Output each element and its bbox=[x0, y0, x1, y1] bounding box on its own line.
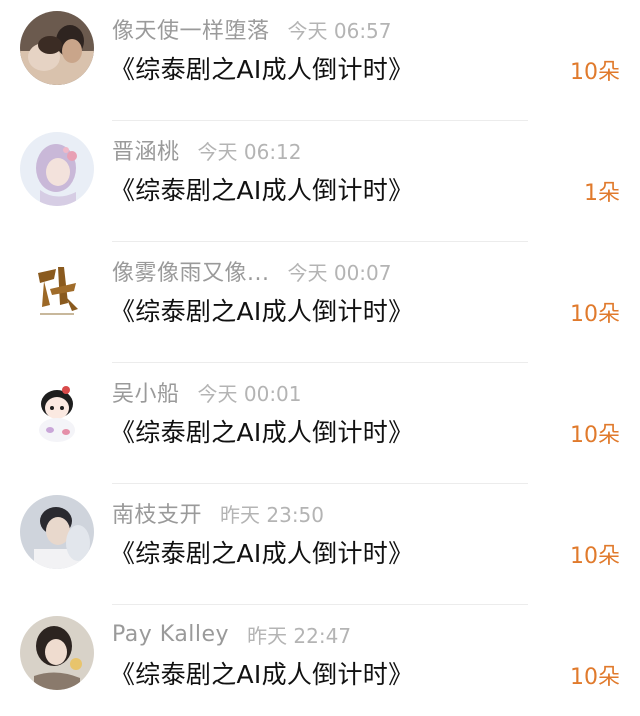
avatar[interactable] bbox=[20, 253, 94, 327]
gift-record-list: 像天使一样堕落 今天 06:57 《综泰剧之AI成人倒计时》 10朵 晋涵桃 今… bbox=[0, 0, 640, 716]
timestamp: 今天 06:57 bbox=[287, 18, 392, 43]
username[interactable]: 吴小船 bbox=[112, 376, 180, 408]
work-title[interactable]: 《综泰剧之AI成人倒计时》 bbox=[110, 50, 413, 86]
list-item[interactable]: 晋涵桃 今天 06:12 《综泰剧之AI成人倒计时》 1朵 bbox=[0, 121, 640, 242]
user-avatar-photo-icon bbox=[20, 616, 94, 690]
timestamp: 昨天 22:47 bbox=[247, 623, 352, 648]
avatar[interactable] bbox=[20, 11, 94, 85]
timestamp: 今天 06:12 bbox=[197, 139, 302, 164]
list-item[interactable]: Pay Kalley 昨天 22:47 《综泰剧之AI成人倒计时》 10朵 bbox=[0, 605, 640, 716]
avatar[interactable] bbox=[20, 132, 94, 206]
username[interactable]: 像雾像雨又像... bbox=[112, 255, 269, 287]
flower-count: 10朵 bbox=[570, 665, 620, 690]
flower-count: 10朵 bbox=[570, 544, 620, 569]
item-meta: 晋涵桃 今天 06:12 bbox=[112, 134, 302, 166]
work-title[interactable]: 《综泰剧之AI成人倒计时》 bbox=[110, 534, 413, 570]
flower-count: 10朵 bbox=[570, 302, 620, 327]
username[interactable]: Pay Kalley bbox=[112, 622, 229, 647]
work-title[interactable]: 《综泰剧之AI成人倒计时》 bbox=[110, 413, 413, 449]
username[interactable]: 南枝支开 bbox=[112, 497, 202, 529]
work-title[interactable]: 《综泰剧之AI成人倒计时》 bbox=[110, 292, 413, 328]
timestamp: 今天 00:07 bbox=[287, 260, 392, 285]
item-meta: 像雾像雨又像... 今天 00:07 bbox=[112, 255, 391, 287]
avatar[interactable] bbox=[20, 374, 94, 448]
user-avatar-calligraphy-icon bbox=[20, 253, 94, 327]
user-avatar-cartoon-icon bbox=[20, 374, 94, 448]
item-meta: 像天使一样堕落 今天 06:57 bbox=[112, 13, 392, 45]
flower-count: 1朵 bbox=[584, 181, 620, 206]
flower-count: 10朵 bbox=[570, 60, 620, 85]
avatar[interactable] bbox=[20, 495, 94, 569]
list-item[interactable]: 像雾像雨又像... 今天 00:07 《综泰剧之AI成人倒计时》 10朵 bbox=[0, 242, 640, 363]
timestamp: 今天 00:01 bbox=[197, 381, 302, 406]
list-item[interactable]: 南枝支开 昨天 23:50 《综泰剧之AI成人倒计时》 10朵 bbox=[0, 484, 640, 605]
username[interactable]: 像天使一样堕落 bbox=[112, 13, 270, 45]
avatar[interactable] bbox=[20, 616, 94, 690]
item-meta: 南枝支开 昨天 23:50 bbox=[112, 497, 324, 529]
item-meta: 吴小船 今天 00:01 bbox=[112, 376, 302, 408]
user-avatar-illustration-icon bbox=[20, 132, 94, 206]
user-avatar-photo-icon bbox=[20, 495, 94, 569]
flower-count: 10朵 bbox=[570, 423, 620, 448]
work-title[interactable]: 《综泰剧之AI成人倒计时》 bbox=[110, 655, 413, 691]
list-item[interactable]: 像天使一样堕落 今天 06:57 《综泰剧之AI成人倒计时》 10朵 bbox=[0, 0, 640, 121]
work-title[interactable]: 《综泰剧之AI成人倒计时》 bbox=[110, 171, 413, 207]
user-avatar-photo-icon bbox=[20, 11, 94, 85]
timestamp: 昨天 23:50 bbox=[220, 502, 325, 527]
list-item[interactable]: 吴小船 今天 00:01 《综泰剧之AI成人倒计时》 10朵 bbox=[0, 363, 640, 484]
username[interactable]: 晋涵桃 bbox=[112, 134, 180, 166]
item-meta: Pay Kalley 昨天 22:47 bbox=[112, 618, 351, 650]
